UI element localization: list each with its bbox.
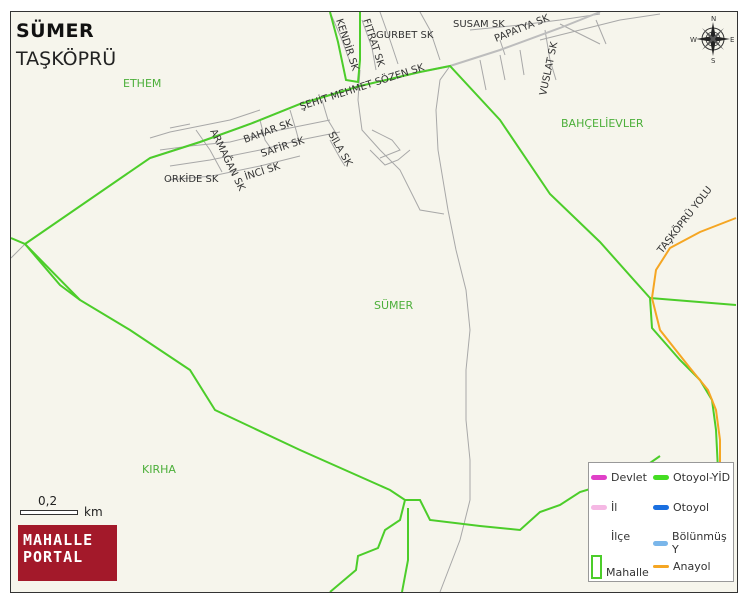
street-orkide: ORKİDE SK [164,172,219,185]
legend-item-anayol: Anayol [653,560,711,573]
legend-item-bolunmus-yol: Bölünmüş Y [653,530,733,556]
map-subtitle: TAŞKÖPRÜ [16,48,117,70]
map-view[interactable]: KENDİR SK FITRAT SK GURBET SK SUSAM SK P… [0,0,748,598]
mahalle-portal-logo[interactable]: MAHALLE PORTAL [18,525,117,581]
street-gurbet: GURBET SK [376,30,434,41]
legend-label-anayol: Anayol [673,560,711,573]
legend-label-mahalle: Mahalle [606,565,649,579]
scale-bar-line [20,510,78,515]
legend-swatch-ilce [591,534,607,539]
legend-swatch-bolunmus-yol [653,540,669,546]
area-label-sumer: SÜMER [374,299,414,312]
legend-swatch-otoyol [653,505,669,510]
legend-label-ilce: İlçe [611,530,631,543]
logo-line-1: MAHALLE [23,531,94,549]
legend-item-devlet: Devlet [591,471,647,484]
compass-east: E [730,36,734,44]
scale-value: 0,2 [38,494,58,508]
legend-item-il: İl [591,501,617,514]
area-label-ethem: ETHEM [123,77,162,90]
map-title: SÜMER [16,20,95,42]
street-taskopru-yolu: TAŞKÖPRÜ YOLU [654,183,715,256]
compass-north: N [711,15,716,23]
legend-label-il: İl [611,501,618,514]
legend-swatch-mahalle [591,555,602,579]
legend-label-otoyol: Otoyol [673,501,709,514]
street-susam: SUSAM SK [453,19,505,30]
legend-label-otoyol-yid: Otoyol-YİD [673,471,731,484]
legend-item-otoyol: Otoyol [653,501,709,514]
legend-swatch-anayol [653,565,669,568]
legend-label-devlet: Devlet [611,471,647,484]
area-label-bahcelievler: BAHÇELİEVLER [561,117,644,130]
map-legend: Devlet Otoyol-YİD İl Otoyol İlçe Bölünmü… [588,462,734,582]
legend-item-otoyol-yid: Otoyol-YİD [653,471,730,484]
logo-line-2: PORTAL [23,548,84,566]
compass-south: S [711,57,716,64]
area-label-kirha: KIRHA [142,463,176,476]
legend-item-ilce: İlçe [591,530,630,543]
street-sila: SILA SK [325,130,354,169]
street-vuslat: VUSLAT SK [538,41,560,97]
scale-bar: 0,2 km [20,494,110,519]
street-sehit: ŞEHİT MEHMET SÖZEN SK [298,60,426,113]
legend-swatch-il [591,505,607,510]
street-fitrat: FITRAT SK [360,18,386,69]
street-kendir: KENDİR SK [333,17,362,73]
street-inci: İNCİ SK [243,159,282,183]
legend-swatch-devlet [591,475,607,480]
scale-unit: km [84,505,103,519]
legend-label-bolunmus-yol: Bölünmüş Y [672,530,727,556]
legend-item-mahalle: Mahalle [591,555,649,579]
legend-swatch-otoyol-yid [653,475,669,480]
compass-rose-icon: N S W E [690,14,736,64]
compass-west: W [690,36,697,44]
